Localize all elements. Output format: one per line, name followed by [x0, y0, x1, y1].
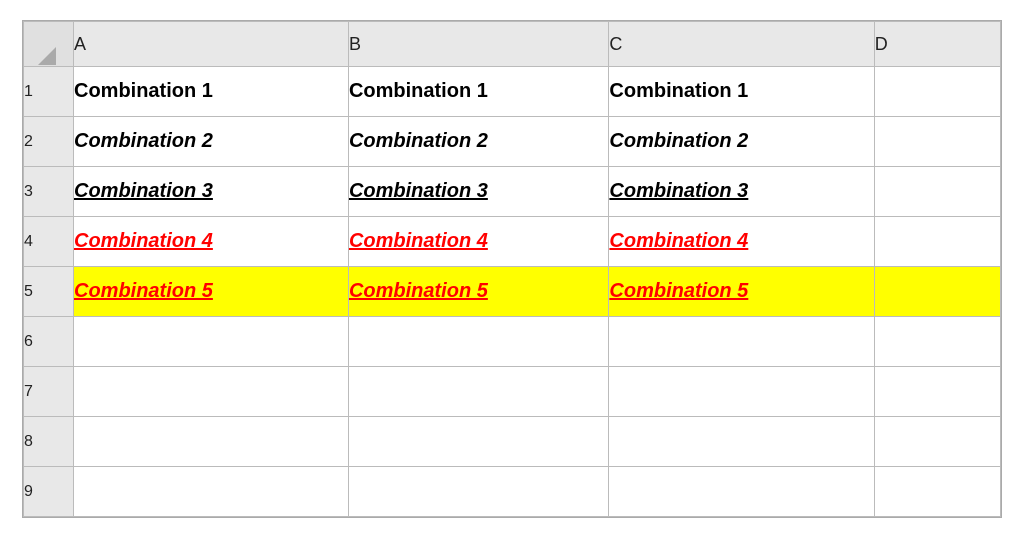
cell-text: Combination 4 [609, 230, 748, 252]
row-header-7: 7 [24, 367, 74, 417]
data-cell-r4-c1: Combination 4 [74, 217, 349, 267]
cell-text: Combination 5 [74, 280, 213, 302]
empty-cell [874, 467, 1000, 517]
row-header-8: 8 [24, 417, 74, 467]
data-cell-r4-c3: Combination 4 [609, 217, 874, 267]
row-header-9: 9 [24, 467, 74, 517]
cell-text: Combination 3 [609, 180, 748, 202]
table-row: 4Combination 4Combination 4Combination 4 [24, 217, 1001, 267]
empty-cell [348, 367, 608, 417]
corner-cell [24, 22, 74, 67]
empty-cell [609, 467, 874, 517]
cell-text: Combination 2 [349, 130, 488, 152]
table-row: 6 [24, 317, 1001, 367]
empty-d-cell [874, 217, 1000, 267]
cell-text: Combination 3 [74, 180, 213, 202]
row-header-2: 2 [24, 117, 74, 167]
row-header-4: 4 [24, 217, 74, 267]
empty-cell [74, 317, 349, 367]
empty-cell [609, 317, 874, 367]
data-cell-r4-c2: Combination 4 [348, 217, 608, 267]
empty-cell [874, 417, 1000, 467]
table-row: 8 [24, 417, 1001, 467]
cell-text: Combination 5 [349, 280, 488, 302]
table-row: 2Combination 2Combination 2Combination 2 [24, 117, 1001, 167]
empty-d-cell [874, 67, 1000, 117]
empty-d-cell [874, 167, 1000, 217]
empty-cell [74, 467, 349, 517]
data-cell-r5-c1: Combination 5 [74, 267, 349, 317]
data-cell-r3-c3: Combination 3 [609, 167, 874, 217]
row-header-5: 5 [24, 267, 74, 317]
cell-text: Combination 5 [609, 280, 748, 302]
row-header-1: 1 [24, 67, 74, 117]
spreadsheet-table: A B C D 1Combination 1Combination 1Combi… [23, 21, 1001, 517]
cell-text: Combination 2 [609, 130, 748, 152]
table-row: 7 [24, 367, 1001, 417]
row-header-3: 3 [24, 167, 74, 217]
cell-text: Combination 1 [74, 80, 213, 102]
data-cell-r2-c1: Combination 2 [74, 117, 349, 167]
empty-d-cell [874, 117, 1000, 167]
cell-text: Combination 1 [349, 80, 488, 102]
empty-cell [74, 417, 349, 467]
empty-cell [874, 317, 1000, 367]
data-cell-r2-c2: Combination 2 [348, 117, 608, 167]
col-header-D: D [874, 22, 1000, 67]
data-cell-r3-c1: Combination 3 [74, 167, 349, 217]
col-header-C: C [609, 22, 874, 67]
data-cell-r5-c3: Combination 5 [609, 267, 874, 317]
cell-text: Combination 3 [349, 180, 488, 202]
row-header-6: 6 [24, 317, 74, 367]
data-cell-r3-c2: Combination 3 [348, 167, 608, 217]
table-row: 3Combination 3Combination 3Combination 3 [24, 167, 1001, 217]
table-row: 1Combination 1Combination 1Combination 1 [24, 67, 1001, 117]
empty-cell [348, 417, 608, 467]
data-cell-r1-c1: Combination 1 [74, 67, 349, 117]
empty-d-cell [874, 267, 1000, 317]
empty-cell [348, 467, 608, 517]
cell-text: Combination 2 [74, 130, 213, 152]
empty-cell [74, 367, 349, 417]
table-row: 9 [24, 467, 1001, 517]
col-header-A: A [74, 22, 349, 67]
cell-text: Combination 1 [609, 80, 748, 102]
empty-cell [609, 367, 874, 417]
data-cell-r1-c2: Combination 1 [348, 67, 608, 117]
cell-text: Combination 4 [349, 230, 488, 252]
data-cell-r5-c2: Combination 5 [348, 267, 608, 317]
spreadsheet-wrapper: A B C D 1Combination 1Combination 1Combi… [22, 20, 1002, 518]
table-body: 1Combination 1Combination 1Combination 1… [24, 67, 1001, 517]
col-header-B: B [348, 22, 608, 67]
empty-cell [609, 417, 874, 467]
column-header-row: A B C D [24, 22, 1001, 67]
empty-cell [874, 367, 1000, 417]
data-cell-r2-c3: Combination 2 [609, 117, 874, 167]
empty-cell [348, 317, 608, 367]
data-cell-r1-c3: Combination 1 [609, 67, 874, 117]
cell-text: Combination 4 [74, 230, 213, 252]
table-row: 5Combination 5Combination 5Combination 5 [24, 267, 1001, 317]
